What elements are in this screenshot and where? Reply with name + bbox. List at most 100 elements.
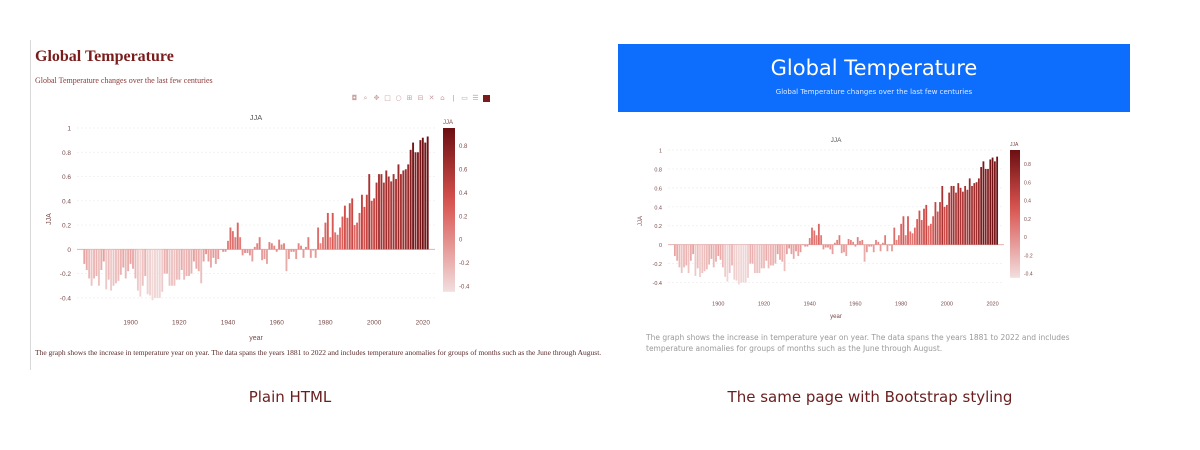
- bar-1929: [200, 249, 203, 284]
- colorbar: [1010, 150, 1020, 278]
- bar-1962: [859, 240, 861, 245]
- bar-1995: [360, 194, 363, 250]
- bar-1910: [153, 249, 156, 298]
- bar-1950: [831, 244, 834, 255]
- bar-1946: [822, 244, 825, 250]
- bar-1988: [343, 205, 346, 250]
- colorbar-tick-label: 0.6: [459, 167, 468, 173]
- bar-1952: [256, 243, 259, 250]
- colorbar-tick-label: 0.8: [459, 144, 468, 150]
- bar-1923: [185, 249, 188, 277]
- bar-1997: [365, 194, 368, 250]
- bar-1949: [248, 249, 251, 256]
- bar-1925: [190, 249, 193, 274]
- bar-1908: [735, 244, 738, 281]
- lasso-icon[interactable]: ○: [395, 95, 402, 102]
- bar-1976: [891, 244, 893, 252]
- bar-2007: [390, 181, 393, 250]
- bar-1918: [758, 244, 761, 274]
- camera-icon[interactable]: ◘: [351, 95, 358, 102]
- bar-1899: [127, 249, 130, 272]
- bar-1933: [792, 244, 795, 259]
- bar-2008: [392, 174, 395, 250]
- bar-1943: [815, 235, 818, 245]
- bar-1902: [721, 244, 724, 268]
- y-tick-label: 1: [67, 126, 71, 133]
- bar-1884: [90, 249, 93, 286]
- bar-1908: [149, 249, 152, 296]
- bar-1977: [893, 227, 896, 245]
- bar-1922: [767, 244, 770, 269]
- bar-1956: [266, 249, 268, 264]
- bar-1893: [701, 244, 704, 274]
- zoom-icon[interactable]: ⌕: [362, 95, 369, 102]
- y-tick-label: 0.8: [654, 167, 662, 173]
- bar-1959: [852, 241, 855, 245]
- bar-1895: [705, 244, 708, 270]
- bar-1916: [168, 249, 171, 286]
- zoom-in-icon[interactable]: ⊞: [406, 95, 413, 102]
- bar-1901: [132, 249, 134, 269]
- bar-1887: [97, 249, 100, 286]
- x-tick-label: 2020: [416, 320, 431, 327]
- plotly-logo-icon[interactable]: [483, 95, 490, 102]
- bar-1948: [827, 244, 829, 248]
- bar-1919: [760, 244, 763, 269]
- y-tick-label: -0.4: [60, 295, 72, 302]
- bar-1915: [751, 244, 754, 264]
- bar-1926: [776, 244, 779, 255]
- plain-html-page: Global Temperature Global Temperature ch…: [30, 40, 601, 370]
- bar-1931: [788, 244, 791, 249]
- colorbar-tick-label: -0.4: [459, 284, 470, 290]
- bar-1927: [779, 244, 781, 260]
- page-subtitle: Global Temperature changes over the last…: [775, 88, 973, 96]
- right-bar-chart: JJA -0.4 -0.2 0 0.2 0.4 0.6 0.8 1 1900 1920 1940 196…: [638, 137, 1033, 320]
- bar-2022: [996, 156, 999, 245]
- bar-2020: [421, 137, 424, 250]
- bar-1979: [322, 237, 324, 250]
- bar-1937: [801, 244, 804, 246]
- bar-1971: [879, 244, 882, 252]
- bootstrap-styling-label: The same page with Bootstrap styling: [727, 388, 1013, 406]
- hover-compare-icon[interactable]: ☰: [472, 95, 479, 102]
- bar-1971: [302, 249, 305, 258]
- bar-2001: [375, 182, 378, 250]
- bar-1896: [708, 244, 711, 265]
- bar-2016: [982, 161, 985, 245]
- bar-1957: [268, 242, 271, 250]
- reset-axes-icon[interactable]: ⌂: [439, 95, 446, 102]
- chart-title: JJA: [250, 113, 263, 122]
- bar-1928: [197, 249, 200, 272]
- bar-1958: [849, 239, 852, 245]
- bar-1993: [929, 223, 932, 245]
- bar-2003: [380, 174, 383, 250]
- bar-1935: [797, 244, 800, 257]
- colorbar-tick-label: 0.2: [1024, 217, 1031, 223]
- bar-1918: [173, 249, 176, 286]
- bar-1904: [726, 244, 729, 282]
- bar-2002: [378, 174, 380, 250]
- bar-1934: [795, 244, 797, 252]
- bar-1980: [324, 222, 327, 250]
- bar-1967: [870, 244, 873, 247]
- bar-1894: [115, 249, 117, 284]
- pan-icon[interactable]: ✥: [373, 95, 380, 102]
- bar-2014: [407, 164, 410, 250]
- bar-1903: [136, 249, 139, 291]
- bar-2010: [397, 164, 400, 250]
- bar-2011: [399, 174, 402, 250]
- autoscale-icon[interactable]: ✕: [428, 95, 435, 102]
- bar-1945: [239, 237, 242, 250]
- bar-2017: [984, 168, 987, 245]
- x-tick-label: 1920: [758, 302, 770, 308]
- select-box-icon[interactable]: □: [384, 95, 391, 102]
- bar-2019: [989, 159, 992, 245]
- bar-1969: [875, 239, 877, 245]
- bar-1969: [297, 243, 300, 250]
- hover-closest-icon[interactable]: ▭: [461, 95, 468, 102]
- bar-1991: [925, 204, 928, 245]
- zoom-out-icon[interactable]: ⊟: [417, 95, 424, 102]
- spike-lines-icon[interactable]: ǀ: [450, 95, 457, 102]
- bar-1981: [326, 212, 329, 250]
- bar-1983: [907, 216, 909, 245]
